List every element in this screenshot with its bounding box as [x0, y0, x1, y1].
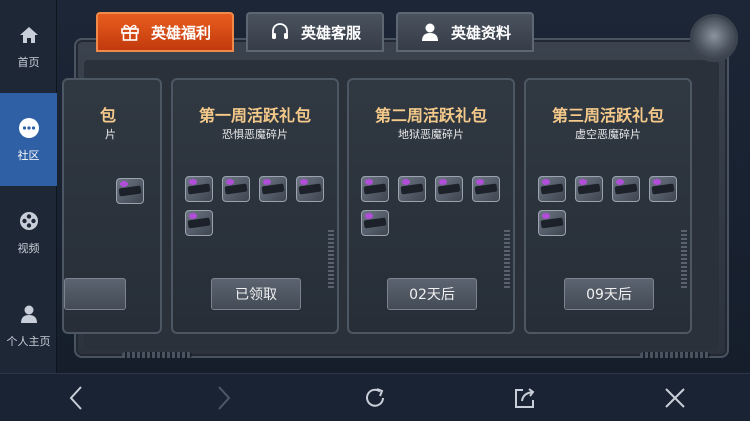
- card-subtitle: 虚空恶魔碎片: [575, 128, 641, 141]
- card-stripe-decoration: [504, 230, 510, 290]
- card-subtitle: 恐惧恶魔碎片: [222, 128, 288, 141]
- reward-item-icon[interactable]: [259, 176, 287, 202]
- close-icon[interactable]: [661, 384, 689, 412]
- reward-item-icon[interactable]: [116, 178, 144, 204]
- reward-items: [185, 176, 331, 236]
- reward-item-icon[interactable]: [361, 176, 389, 202]
- card-title: 第一周活跃礼包: [198, 106, 311, 125]
- tab-label: 英雄资料: [450, 23, 511, 42]
- sidebar-item-label: 个人主页: [6, 334, 51, 348]
- sidebar-item-label: 视频: [17, 241, 40, 255]
- sidebar-item-label: 首页: [17, 55, 40, 69]
- sidebar-item-label: 社区: [17, 148, 40, 162]
- gift-card-week-2: 第二周活跃礼包 地狱恶魔碎片 02天后: [347, 78, 515, 334]
- reward-item-icon[interactable]: [435, 176, 463, 202]
- gift-icon: [119, 21, 141, 43]
- home-icon: [18, 24, 40, 46]
- card-title: 包: [99, 106, 116, 125]
- person-icon: [18, 303, 40, 325]
- vent-decoration: [640, 352, 710, 358]
- forward-icon[interactable]: [210, 384, 238, 412]
- tab-label: 英雄客服: [300, 23, 361, 42]
- card-subtitle: 地狱恶魔碎片: [398, 128, 464, 141]
- vent-decoration: [122, 352, 192, 358]
- refresh-icon[interactable]: [361, 384, 389, 412]
- reward-item-icon[interactable]: [185, 176, 213, 202]
- reward-item-icon[interactable]: [398, 176, 426, 202]
- reward-items: [538, 176, 684, 236]
- card-subtitle: 片: [105, 128, 116, 141]
- user-icon: [419, 21, 441, 43]
- reward-item-icon[interactable]: [222, 176, 250, 202]
- headset-icon: [269, 21, 291, 43]
- reward-item-icon[interactable]: [538, 210, 566, 236]
- chat-bubble-icon: [18, 117, 40, 139]
- back-icon[interactable]: [62, 384, 90, 412]
- tab-hero-profile[interactable]: 英雄资料: [396, 12, 534, 52]
- claim-button[interactable]: [64, 278, 126, 310]
- gift-card-partial: 包 片: [62, 78, 162, 334]
- reward-item-icon[interactable]: [538, 176, 566, 202]
- tab-hero-service[interactable]: 英雄客服: [246, 12, 384, 52]
- reward-item-icon[interactable]: [361, 210, 389, 236]
- card-title: 第三周活跃礼包: [551, 106, 664, 125]
- reward-item-icon[interactable]: [612, 176, 640, 202]
- sidebar-item-home[interactable]: 首页: [0, 0, 57, 93]
- sidebar-item-video[interactable]: 视频: [0, 186, 57, 279]
- claim-button[interactable]: 已领取: [211, 278, 301, 310]
- card-stripe-decoration: [681, 230, 687, 290]
- reward-item-icon[interactable]: [185, 210, 213, 236]
- card-stripe-decoration: [328, 230, 334, 290]
- reward-item-icon[interactable]: [649, 176, 677, 202]
- left-sidebar: 首页 社区 视频 个人主页: [0, 0, 57, 373]
- floating-assistive-button[interactable]: [690, 14, 738, 62]
- film-reel-icon: [18, 210, 40, 232]
- reward-item-icon[interactable]: [296, 176, 324, 202]
- share-icon[interactable]: [511, 384, 539, 412]
- bottom-navigation-bar: [0, 373, 750, 421]
- sidebar-item-community[interactable]: 社区: [0, 93, 57, 186]
- claim-button[interactable]: 09天后: [564, 278, 654, 310]
- app-root: 首页 社区 视频 个人主页 包 片 第一周活跃礼包 恐惧恶魔碎片 已领取 第二周…: [0, 0, 750, 421]
- gift-card-week-1: 第一周活跃礼包 恐惧恶魔碎片 已领取: [171, 78, 339, 334]
- card-title: 第二周活跃礼包: [374, 106, 487, 125]
- sidebar-item-profile[interactable]: 个人主页: [0, 279, 57, 372]
- reward-items: [361, 176, 507, 236]
- tab-hero-benefits[interactable]: 英雄福利: [96, 12, 234, 52]
- reward-item-icon[interactable]: [575, 176, 603, 202]
- reward-item-icon[interactable]: [472, 176, 500, 202]
- gift-card-week-3: 第三周活跃礼包 虚空恶魔碎片 09天后: [524, 78, 692, 334]
- claim-button[interactable]: 02天后: [387, 278, 477, 310]
- tab-label: 英雄福利: [150, 23, 211, 42]
